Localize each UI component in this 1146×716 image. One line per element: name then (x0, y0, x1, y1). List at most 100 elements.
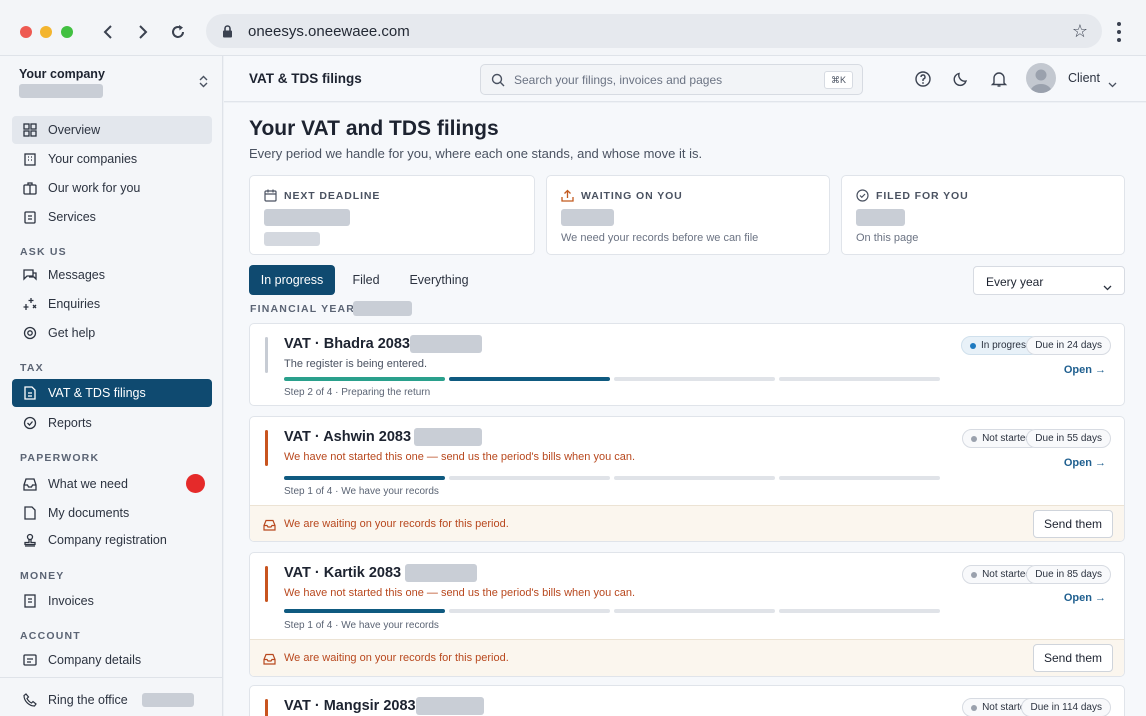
filing-description: We have not started this one — send us t… (284, 587, 636, 599)
sidebar-item-vat-tds[interactable]: VAT & TDS filings (12, 379, 212, 407)
stat-label: WAITING ON YOU (581, 189, 683, 202)
sidebar-item-label: My documents (48, 506, 130, 520)
sidebar-section-paperwork: PAPERWORK (20, 452, 100, 464)
company-name-redacted (19, 84, 103, 98)
sidebar-item-services[interactable]: Services (12, 203, 212, 231)
dark-mode-icon[interactable] (952, 70, 970, 88)
page-title: Your VAT and TDS filings (249, 117, 499, 140)
waiting-count-redacted (561, 209, 614, 226)
notifications-bell-icon[interactable] (990, 70, 1008, 88)
step-segment (449, 609, 610, 613)
year-filter-select[interactable]: Every year (973, 266, 1125, 295)
status-badge-label: In progress (980, 340, 1031, 351)
sidebar-item-company-details[interactable]: Company details (12, 646, 212, 674)
back-icon[interactable] (97, 20, 119, 44)
sidebar-item-your-companies[interactable]: Your companies (12, 145, 212, 173)
search-input[interactable]: Search your filings, invoices and pages … (480, 64, 863, 95)
sidebar-item-label: Our work for you (48, 181, 141, 195)
building-icon (21, 150, 39, 168)
tab-in-progress[interactable]: In progress (249, 265, 335, 295)
id-card-icon (21, 651, 39, 669)
top-header: VAT & TDS filings Search your filings, i… (224, 56, 1146, 102)
send-them-button[interactable]: Send them (1033, 510, 1113, 538)
user-avatar[interactable] (1026, 63, 1056, 93)
sidebar-item-label: Company registration (48, 533, 167, 547)
inbox-icon (21, 475, 39, 493)
sidebar-item-label: Reports (48, 416, 92, 430)
filing-title: VAT · Kartik 2083 (284, 565, 402, 581)
sidebar-item-invoices[interactable]: Invoices (12, 587, 212, 615)
company-switch-icon[interactable] (199, 75, 208, 93)
waiting-text: We are waiting on your records for this … (284, 518, 509, 530)
sidebar-item-overview[interactable]: Overview (12, 116, 212, 144)
arrow-right-icon: → (1095, 457, 1106, 469)
deadline-date-redacted (264, 232, 320, 246)
phone-number-redacted (142, 693, 194, 707)
ring-the-office-label: Ring the office (48, 693, 128, 707)
upload-icon (561, 189, 574, 202)
browser-menu-icon[interactable] (1112, 20, 1126, 44)
sidebar-section-account: ACCOUNT (20, 630, 81, 642)
sidebar-item-get-help[interactable]: Get help (12, 319, 212, 347)
url-text: oneesys.oneewaee.com (248, 23, 410, 40)
status-stripe (265, 430, 268, 466)
sidebar-item-enquiries[interactable]: Enquiries (12, 290, 212, 318)
sidebar-item-company-registration[interactable]: Company registration (12, 526, 212, 554)
due-badge: Due in 114 days (1021, 698, 1111, 716)
filing-title: VAT · Mangsir 2083 (284, 698, 416, 714)
clipboard-icon (21, 208, 39, 226)
close-window-icon[interactable] (20, 26, 32, 38)
open-link[interactable]: Open → (1064, 364, 1106, 376)
check-circle-icon (856, 189, 869, 202)
maximize-window-icon[interactable] (61, 26, 73, 38)
phone-icon (21, 691, 39, 709)
filing-amount-redacted (416, 697, 484, 715)
status-badge-label: Not started (982, 569, 1031, 580)
filing-card[interactable]: VAT · Mangsir 2083 Not started Due in 11… (249, 685, 1125, 716)
company-label: Your company (19, 67, 105, 81)
check-circle-icon (21, 414, 39, 432)
reload-icon[interactable] (167, 20, 189, 44)
user-menu-label[interactable]: Client (1068, 71, 1100, 85)
sidebar: Your company Overview Your companies Our… (0, 56, 223, 716)
sidebar-item-messages[interactable]: Messages (12, 261, 212, 289)
step-segment (284, 377, 445, 381)
filing-card[interactable]: VAT · Bhadra 2083 The register is being … (249, 323, 1125, 406)
open-link[interactable]: Open → (1064, 592, 1106, 604)
minimize-window-icon[interactable] (40, 26, 52, 38)
step-segment (614, 609, 775, 613)
briefcase-icon (21, 179, 39, 197)
sidebar-item-our-work[interactable]: Our work for you (12, 174, 212, 202)
progress-steps (284, 609, 940, 613)
notification-dot (186, 474, 205, 493)
bookmark-star-icon[interactable]: ☆ (1072, 21, 1088, 42)
send-them-button[interactable]: Send them (1033, 644, 1113, 672)
search-icon (491, 73, 505, 92)
sidebar-item-label: Messages (48, 268, 105, 282)
filing-card[interactable]: VAT · Ashwin 2083 We have not started th… (249, 416, 1125, 542)
page-header-title: VAT & TDS filings (249, 71, 362, 86)
status-stripe (265, 699, 268, 716)
search-placeholder: Search your filings, invoices and pages (514, 73, 723, 87)
chevron-down-icon[interactable] (1108, 75, 1117, 93)
address-bar[interactable]: oneesys.oneewaee.com ☆ (206, 14, 1102, 48)
tab-everything[interactable]: Everything (401, 265, 477, 295)
sidebar-item-my-documents[interactable]: My documents (12, 499, 212, 527)
forward-icon[interactable] (132, 20, 154, 44)
inbox-icon (263, 518, 276, 536)
filing-card[interactable]: VAT · Kartik 2083 We have not started th… (249, 552, 1125, 677)
step-segment (779, 609, 940, 613)
receipt-icon (21, 592, 39, 610)
open-link-label: Open (1063, 592, 1092, 604)
step-segment (779, 476, 940, 480)
step-segment (284, 476, 445, 480)
sidebar-item-label: Overview (48, 123, 101, 137)
sidebar-item-reports[interactable]: Reports (12, 409, 212, 437)
progress-steps (284, 476, 940, 480)
arrow-right-icon: → (1095, 364, 1106, 376)
sidebar-item-what-we-need[interactable]: What we need (12, 470, 212, 498)
step-note: Step 2 of 4 · Preparing the return (284, 387, 431, 398)
tab-filed[interactable]: Filed (343, 265, 389, 295)
help-icon[interactable] (914, 70, 932, 88)
open-link[interactable]: Open → (1064, 457, 1106, 469)
